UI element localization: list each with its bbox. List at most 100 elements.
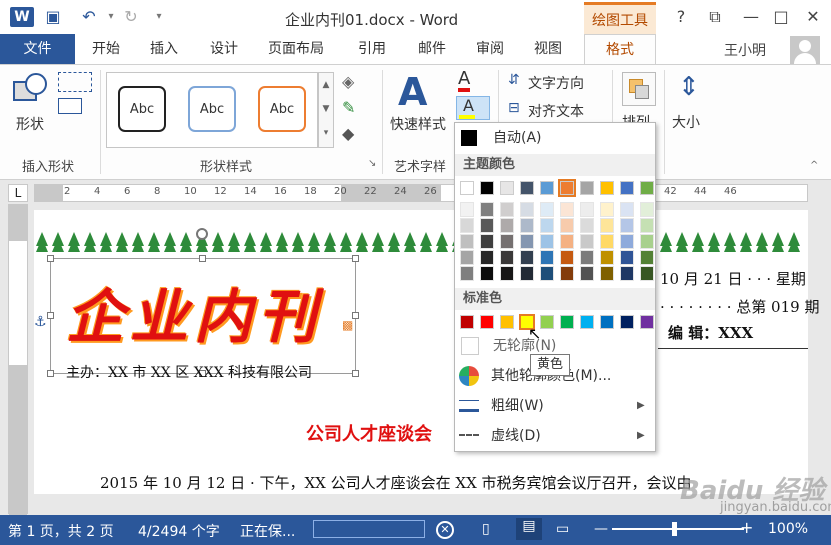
theme-color-swatch[interactable] xyxy=(600,181,614,195)
theme-shade-swatch[interactable] xyxy=(560,266,574,281)
shape-fill-icon[interactable]: ◈ xyxy=(342,72,354,91)
tab-home[interactable]: 开始 xyxy=(92,34,120,64)
align-text-label[interactable]: 对齐文本 xyxy=(528,101,584,121)
standard-color-swatch[interactable] xyxy=(540,315,554,329)
theme-color-swatch[interactable] xyxy=(500,181,514,195)
shape-styles-launcher-icon[interactable]: ↘ xyxy=(368,158,376,169)
tab-review[interactable]: 审阅 xyxy=(476,34,504,64)
text-direction-label[interactable]: 文字方向 xyxy=(528,73,584,93)
theme-shade-swatch[interactable] xyxy=(640,218,654,233)
help-button[interactable]: ? xyxy=(666,5,696,29)
undo-dropdown-icon[interactable]: ▾ xyxy=(100,7,122,27)
edit-shape-icon[interactable] xyxy=(58,72,92,92)
theme-shade-swatch[interactable] xyxy=(500,202,514,217)
menu-item-dashes[interactable]: 虚线(D) ▶ xyxy=(455,422,655,450)
text-box-icon[interactable] xyxy=(58,98,82,114)
theme-shade-swatch[interactable] xyxy=(620,266,634,281)
issue-number[interactable]: · · · · · · · · 总第 019 期 xyxy=(660,296,819,317)
theme-shade-swatch[interactable] xyxy=(520,266,534,281)
theme-shade-swatch[interactable] xyxy=(520,202,534,217)
gallery-scroll[interactable]: ▲ ▼ ▾ xyxy=(318,72,334,148)
tab-selector[interactable]: L xyxy=(8,184,28,202)
page-count[interactable]: 第 1 页，共 2 页 xyxy=(8,521,114,541)
editor-line[interactable]: 编 辑：XXX xyxy=(668,322,753,343)
customize-quick-access-icon[interactable]: ▾ xyxy=(148,7,170,27)
quick-styles-label[interactable]: 快速样式 xyxy=(390,114,446,134)
theme-shade-swatch[interactable] xyxy=(640,266,654,281)
zoom-out-button[interactable]: — xyxy=(594,521,608,537)
horizontal-ruler[interactable] xyxy=(34,184,808,202)
vertical-ruler[interactable] xyxy=(8,204,28,515)
user-name[interactable]: 王小明 xyxy=(724,40,766,60)
theme-shade-swatch[interactable] xyxy=(500,266,514,281)
theme-color-swatch[interactable] xyxy=(640,181,654,195)
theme-shade-swatch[interactable] xyxy=(620,202,634,217)
tab-insert[interactable]: 插入 xyxy=(150,34,178,64)
article-body[interactable]: 2015 年 10 月 12 日 · 下午，XX 公司人才座谈会在 XX 市税务… xyxy=(100,472,692,493)
issue-date[interactable]: 10 月 21 日 · · · 星期 xyxy=(660,268,806,289)
sponsor-line[interactable]: 主办：XX 市 XX 区 XXX 科技有限公司 xyxy=(66,362,312,382)
resize-handle[interactable] xyxy=(47,370,54,377)
theme-color-swatch[interactable] xyxy=(540,181,554,195)
tab-file[interactable]: 文件 xyxy=(0,34,75,64)
theme-shade-swatch[interactable] xyxy=(460,266,474,281)
theme-shade-swatch[interactable] xyxy=(540,234,554,249)
theme-shade-swatch[interactable] xyxy=(560,250,574,265)
undo-icon[interactable]: ↶ xyxy=(78,7,100,27)
theme-shade-swatch[interactable] xyxy=(480,250,494,265)
quick-styles-icon[interactable]: A xyxy=(398,70,427,114)
standard-color-swatch[interactable] xyxy=(460,315,474,329)
standard-color-swatch[interactable] xyxy=(480,315,494,329)
zoom-slider-track[interactable] xyxy=(612,528,744,530)
rotate-handle-icon[interactable] xyxy=(196,228,208,240)
theme-shade-swatch[interactable] xyxy=(580,234,594,249)
zoom-level[interactable]: 100% xyxy=(768,521,808,537)
theme-shade-swatch[interactable] xyxy=(600,266,614,281)
theme-color-swatch[interactable] xyxy=(520,181,534,195)
shape-style-dark[interactable]: Abc xyxy=(118,86,166,132)
theme-shade-swatch[interactable] xyxy=(500,218,514,233)
article-headline[interactable]: 公司人才座谈会 xyxy=(306,420,432,446)
theme-shade-swatch[interactable] xyxy=(620,234,634,249)
print-layout-icon[interactable]: ▤ xyxy=(516,518,542,540)
shape-style-blue[interactable]: Abc xyxy=(188,86,236,132)
theme-shade-swatch[interactable] xyxy=(600,202,614,217)
theme-shade-swatch[interactable] xyxy=(460,234,474,249)
close-button[interactable]: ✕ xyxy=(798,5,828,29)
theme-shade-swatch[interactable] xyxy=(480,218,494,233)
tab-view[interactable]: 视图 xyxy=(534,34,562,64)
theme-color-swatch[interactable] xyxy=(580,181,594,195)
arrange-icon[interactable] xyxy=(622,72,656,106)
theme-shade-swatch[interactable] xyxy=(600,250,614,265)
theme-color-swatch[interactable] xyxy=(480,181,494,195)
read-mode-icon[interactable]: ▯ xyxy=(482,521,490,537)
theme-shade-swatch[interactable] xyxy=(620,250,634,265)
theme-shade-swatch[interactable] xyxy=(560,218,574,233)
theme-shade-swatch[interactable] xyxy=(540,250,554,265)
standard-color-swatch[interactable] xyxy=(560,315,574,329)
theme-shade-swatch[interactable] xyxy=(580,266,594,281)
theme-shade-swatch[interactable] xyxy=(480,234,494,249)
theme-shade-swatch[interactable] xyxy=(580,218,594,233)
standard-color-swatch[interactable] xyxy=(620,315,634,329)
maximize-button[interactable]: □ xyxy=(766,5,796,29)
resize-handle[interactable] xyxy=(199,255,206,262)
theme-shade-swatch[interactable] xyxy=(540,202,554,217)
theme-shade-swatch[interactable] xyxy=(560,202,574,217)
zoom-in-button[interactable]: + xyxy=(740,518,753,537)
resize-handle[interactable] xyxy=(352,370,359,377)
theme-shade-swatch[interactable] xyxy=(520,218,534,233)
tab-design[interactable]: 设计 xyxy=(210,34,238,64)
shapes-button-label[interactable]: 形状 xyxy=(16,114,44,134)
theme-shade-swatch[interactable] xyxy=(620,218,634,233)
masthead-title[interactable]: 企业内刊 xyxy=(66,270,322,354)
theme-shade-swatch[interactable] xyxy=(540,218,554,233)
zoom-slider-thumb[interactable] xyxy=(672,522,677,536)
layout-options-icon[interactable]: ▩ xyxy=(342,318,353,332)
theme-shade-swatch[interactable] xyxy=(640,234,654,249)
theme-shade-swatch[interactable] xyxy=(520,250,534,265)
gallery-up-icon[interactable]: ▲ xyxy=(319,73,333,97)
theme-shade-swatch[interactable] xyxy=(600,218,614,233)
tab-page-layout[interactable]: 页面布局 xyxy=(268,34,324,64)
shape-effects-icon[interactable]: ◆ xyxy=(342,124,354,143)
